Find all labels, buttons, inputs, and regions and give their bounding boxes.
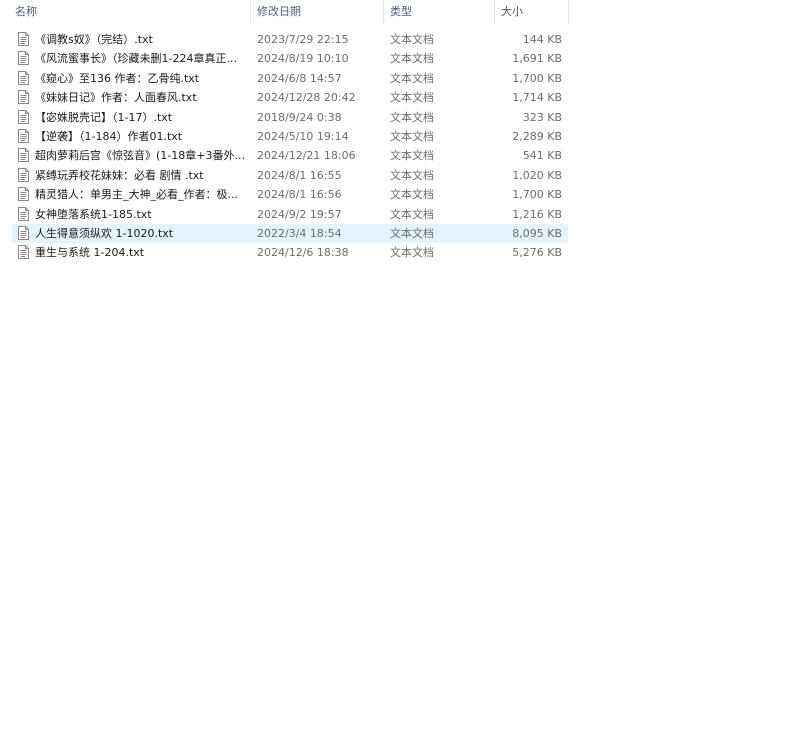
- column-header-name-label: 名称: [15, 5, 37, 18]
- file-row[interactable]: 《调教s奴》（完结）.txt 2023/7/29 22:15 文本文档 144 KB: [12, 30, 568, 49]
- file-date: 2023/7/29 22:15: [257, 33, 349, 46]
- text-file-icon: [18, 108, 32, 127]
- text-file-icon: [18, 30, 32, 49]
- file-row[interactable]: 《妹妹日记》作者：人面春风.txt 2024/12/28 20:42 文本文档 1,7…: [12, 88, 568, 107]
- file-date: 2024/12/28 20:42: [257, 91, 356, 105]
- file-name: 《妹妹日记》作者：人面春风.txt: [35, 91, 197, 105]
- text-file-icon: [18, 88, 32, 107]
- file-type: 文本文档: [390, 33, 434, 46]
- file-date: 2024/8/1 16:55: [257, 168, 342, 182]
- text-file-icon: [18, 205, 32, 224]
- column-header-size[interactable]: 大小: [495, 0, 569, 24]
- file-name: 重生与系统 1-204.txt: [35, 246, 145, 260]
- file-name: 【宓姝脱壳记】（1-17）.txt: [35, 110, 173, 124]
- file-date: 2022/3/4 18:54: [257, 227, 342, 240]
- file-size: 1,691 KB: [512, 52, 562, 66]
- text-file-icon: [18, 243, 32, 262]
- file-type: 文本文档: [390, 246, 434, 260]
- file-type: 文本文档: [390, 91, 434, 105]
- file-row[interactable]: 超肉萝莉后宫《惊弦音》(1-18章+3番外... 2024/12/21 18:06…: [12, 146, 568, 165]
- file-name: 【逆袭】（1-184）作者01.txt: [35, 130, 183, 143]
- file-name: 超肉萝莉后宫《惊弦音》(1-18章+3番外...: [35, 149, 245, 163]
- file-type: 文本文档: [390, 52, 434, 66]
- file-size: 1,700 KB: [512, 71, 562, 85]
- file-name: 《调教s奴》（完结）.txt: [35, 33, 153, 46]
- file-type: 文本文档: [390, 188, 434, 202]
- file-date: 2024/8/1 16:56: [257, 188, 342, 202]
- file-size: 5,276 KB: [512, 246, 562, 260]
- file-row[interactable]: 人生得意须纵欢 1-1020.txt 2022/3/4 18:54 文本文档 8,09…: [12, 224, 568, 243]
- column-header-size-label: 大小: [501, 5, 523, 18]
- file-type: 文本文档: [390, 71, 434, 85]
- file-size: 323 KB: [522, 110, 562, 124]
- file-type: 文本文档: [390, 149, 434, 163]
- file-size: 541 KB: [522, 149, 562, 163]
- file-row[interactable]: 女神堕落系统1-185.txt 2024/9/2 19:57 文本文档 1,216 K…: [12, 205, 568, 224]
- file-name: 《窥心》至136 作者：乙骨纯.txt: [35, 71, 200, 85]
- text-file-icon: [18, 224, 32, 243]
- file-type: 文本文档: [390, 207, 434, 221]
- file-date: 2024/9/2 19:57: [257, 207, 342, 221]
- file-date: 2024/5/10 19:14: [257, 130, 349, 143]
- file-date: 2024/8/19 10:10: [257, 52, 349, 66]
- file-row[interactable]: 紧缚玩弄校花妹妹：必看 剧情 .txt 2024/8/1 16:55 文本文档 1,0…: [12, 166, 568, 185]
- column-header-date[interactable]: 修改日期: [251, 0, 384, 24]
- file-type: 文本文档: [390, 227, 434, 240]
- file-date: 2024/6/8 14:57: [257, 71, 342, 85]
- file-name: 人生得意须纵欢 1-1020.txt: [35, 227, 174, 240]
- column-header-type[interactable]: 类型: [384, 0, 495, 24]
- chevron-up-icon: ^: [126, 0, 136, 4]
- file-size: 2,289 KB: [512, 130, 562, 143]
- file-size: 1,700 KB: [512, 188, 562, 202]
- file-name: 《风流蜜事长》（珍藏未删1-224章真正...: [35, 52, 237, 66]
- text-file-icon: [18, 146, 32, 165]
- text-file-icon: [18, 166, 32, 185]
- file-row[interactable]: 【宓姝脱壳记】（1-17）.txt 2018/9/24 0:38 文本文档 323 K…: [12, 108, 568, 127]
- text-file-icon: [18, 69, 32, 88]
- file-size: 1,216 KB: [512, 207, 562, 221]
- file-size: 8,095 KB: [512, 227, 562, 240]
- file-size: 144 KB: [522, 33, 562, 46]
- file-name: 精灵猎人：单男主_大神_必看_作者：极...: [35, 188, 238, 202]
- file-row[interactable]: 精灵猎人：单男主_大神_必看_作者：极... 2024/8/1 16:56 文本文档…: [12, 185, 568, 204]
- file-name: 紧缚玩弄校花妹妹：必看 剧情 .txt: [35, 168, 204, 182]
- column-header-date-label: 修改日期: [257, 5, 301, 18]
- file-name: 女神堕落系统1-185.txt: [35, 207, 152, 221]
- file-size: 1,714 KB: [512, 91, 562, 105]
- file-type: 文本文档: [390, 130, 434, 143]
- text-file-icon: [18, 127, 32, 146]
- column-header-type-label: 类型: [390, 5, 412, 18]
- file-row[interactable]: 【逆袭】（1-184）作者01.txt 2024/5/10 19:14 文本文档 2,…: [12, 127, 568, 146]
- column-header-bar: 名称 修改日期 类型 大小 ^: [0, 0, 570, 24]
- file-row[interactable]: 《风流蜜事长》（珍藏未删1-224章真正... 2024/8/19 10:10 文本…: [12, 49, 568, 68]
- file-type: 文本文档: [390, 168, 434, 182]
- file-date: 2018/9/24 0:38: [257, 110, 342, 124]
- file-type: 文本文档: [390, 110, 434, 124]
- file-size: 1,020 KB: [512, 168, 562, 182]
- file-row[interactable]: 《窥心》至136 作者：乙骨纯.txt 2024/6/8 14:57 文本文档 1,7…: [12, 69, 568, 88]
- file-date: 2024/12/6 18:38: [257, 246, 349, 260]
- text-file-icon: [18, 185, 32, 204]
- text-file-icon: [18, 49, 32, 68]
- file-row[interactable]: 重生与系统 1-204.txt 2024/12/6 18:38 文本文档 5,276 …: [12, 243, 568, 262]
- file-date: 2024/12/21 18:06: [257, 149, 356, 163]
